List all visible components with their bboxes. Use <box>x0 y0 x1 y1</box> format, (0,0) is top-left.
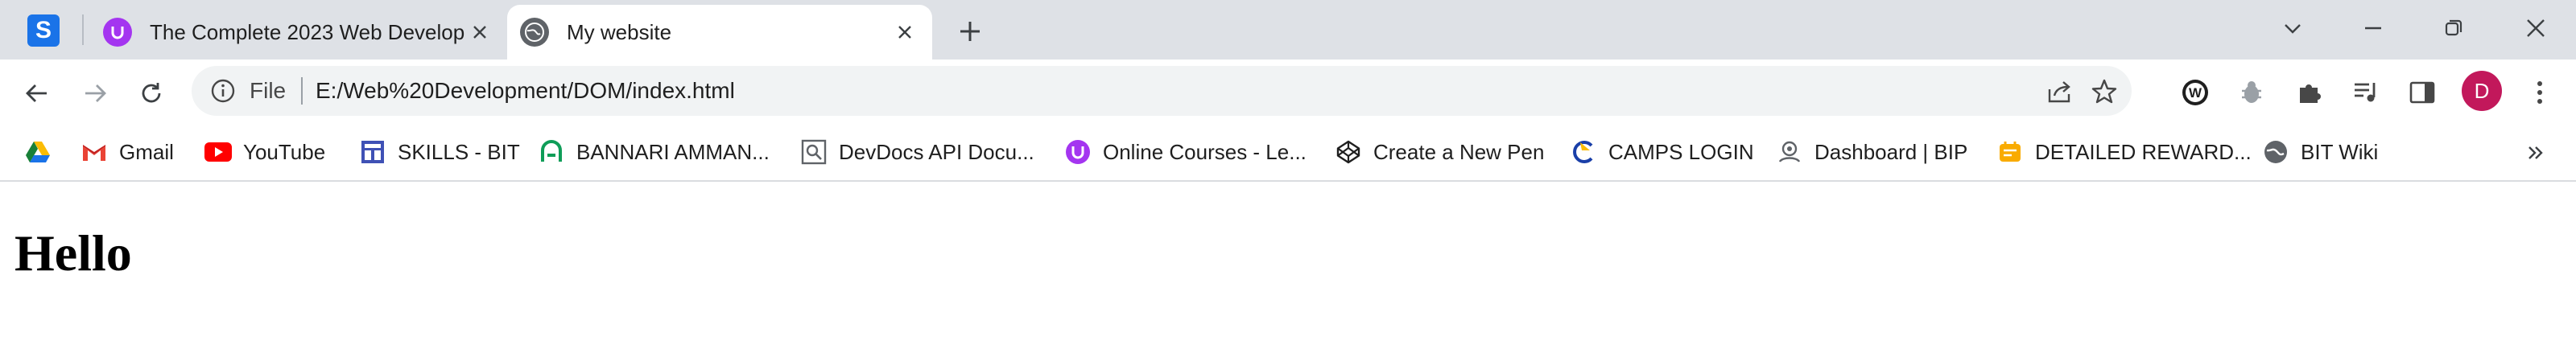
omnibox-divider <box>301 77 303 105</box>
pinned-tab-letter: S <box>35 17 52 43</box>
url-text[interactable]: E:/Web%20Development/DOM/index.html <box>316 78 735 104</box>
restore-button[interactable] <box>2429 8 2478 48</box>
skills-icon <box>359 138 386 166</box>
info-icon[interactable] <box>209 77 237 105</box>
plus-icon <box>960 22 980 41</box>
reload-icon <box>142 83 161 103</box>
tab-my-website[interactable]: My website <box>507 5 932 60</box>
forward-button[interactable] <box>77 76 113 111</box>
camps-icon <box>1570 138 1597 166</box>
bookmark-label: Online Courses - Le... <box>1103 139 1307 164</box>
bookmark-codepen[interactable]: Create a New Pen <box>1335 135 1544 169</box>
chevron-double-right-icon <box>2529 146 2543 159</box>
bookmark-label: DETAILED REWARD... <box>2035 139 2252 164</box>
close-window-button[interactable] <box>2512 8 2560 48</box>
bookmark-label: Dashboard | BIP <box>1814 139 1968 164</box>
tab-title: The Complete 2023 Web Develop <box>150 19 465 44</box>
bookmark-google-drive[interactable] <box>24 135 63 169</box>
more-bookmarks-button[interactable] <box>2520 137 2552 169</box>
bookmark-label: DevDocs API Docu... <box>839 139 1034 164</box>
back-button[interactable] <box>19 76 55 111</box>
bookmark-youtube[interactable]: YouTube <box>204 135 325 169</box>
pinned-tab[interactable]: S <box>27 14 60 47</box>
bookmark-bannari-amman[interactable]: BANNARI AMMAN... <box>538 135 770 169</box>
bookmark-camps-login[interactable]: CAMPS LOGIN <box>1570 135 1754 169</box>
bookmark-dashboard-bip[interactable]: Dashboard | BIP <box>1776 135 1967 169</box>
scheme-label: File <box>250 78 287 103</box>
page-heading: Hello <box>14 224 132 281</box>
bookmark-bit-wiki[interactable]: BIT Wiki <box>2262 135 2378 169</box>
star-icon[interactable] <box>2088 76 2120 108</box>
bookmark-label: CAMPS LOGIN <box>1608 139 1754 164</box>
tab-title: My website <box>567 19 672 44</box>
bookmark-label: Create a New Pen <box>1373 139 1545 164</box>
arrow-right-icon <box>85 84 106 102</box>
svg-text:W: W <box>2189 85 2202 101</box>
chevron-down-icon <box>2285 24 2301 34</box>
bookmark-label: YouTube <box>243 139 326 164</box>
kebab-menu-icon <box>2537 81 2542 104</box>
devdocs-icon <box>800 138 828 166</box>
reward-icon <box>1996 138 2024 166</box>
bookmark-gmail[interactable]: Gmail <box>80 135 174 169</box>
tab-search-button[interactable] <box>2268 8 2317 48</box>
tab-separator <box>82 14 84 45</box>
avatar-initial: D <box>2474 78 2490 103</box>
address-bar[interactable]: File E:/Web%20Development/DOM/index.html <box>192 66 2132 116</box>
globe-icon <box>520 18 549 47</box>
globe-icon <box>2262 138 2289 166</box>
arrow-left-icon <box>26 84 47 102</box>
google-drive-icon <box>24 138 52 166</box>
udemy-icon <box>103 18 132 47</box>
restore-icon <box>2445 19 2462 36</box>
page-viewport: Hello <box>0 183 2576 341</box>
minimize-button[interactable] <box>2349 8 2397 48</box>
side-panel-icon[interactable] <box>2405 76 2439 109</box>
minimize-icon <box>2365 27 2381 30</box>
reload-button[interactable] <box>134 76 169 111</box>
close-icon <box>2527 19 2545 37</box>
bookmark-label: SKILLS - BIT <box>398 139 520 164</box>
codepen-icon <box>1335 138 1362 166</box>
bookmark-detailed-reward[interactable]: DETAILED REWARD... <box>1996 135 2252 169</box>
youtube-icon <box>204 138 232 166</box>
menu-button[interactable] <box>2523 76 2557 109</box>
new-tab-button[interactable] <box>953 14 987 48</box>
bug-extension-icon[interactable] <box>2235 76 2268 109</box>
media-playlist-icon[interactable] <box>2349 76 2383 109</box>
tab-udemy-course[interactable]: The Complete 2023 Web Develop <box>90 5 507 60</box>
tab-strip: S The Complete 2023 Web Develop My websi… <box>0 0 2576 60</box>
wordpress-extension-icon[interactable]: W <box>2178 76 2212 109</box>
share-icon[interactable] <box>2043 76 2075 108</box>
browser-toolbar: File E:/Web%20Development/DOM/index.html… <box>0 60 2576 124</box>
profile-avatar[interactable]: D <box>2462 71 2502 111</box>
bookmark-devdocs[interactable]: DevDocs API Docu... <box>800 135 1034 169</box>
bookmarks-bar: Gmail YouTube SKILLS - BIT BANNARI AMMAN… <box>0 124 2576 182</box>
bookmark-label: BANNARI AMMAN... <box>576 139 770 164</box>
bookmark-skills-bit[interactable]: SKILLS - BIT <box>359 135 520 169</box>
bip-icon <box>1776 138 1803 166</box>
gmail-icon <box>80 138 108 166</box>
bookmark-label: BIT Wiki <box>2301 139 2379 164</box>
bookmark-label: Gmail <box>119 139 174 164</box>
udemy-icon <box>1064 138 1092 166</box>
close-icon[interactable] <box>467 19 493 45</box>
bookmark-online-courses[interactable]: Online Courses - Le... <box>1064 135 1307 169</box>
bannari-icon <box>538 138 565 166</box>
close-icon[interactable] <box>892 19 918 45</box>
extensions-puzzle-icon[interactable] <box>2293 76 2326 109</box>
